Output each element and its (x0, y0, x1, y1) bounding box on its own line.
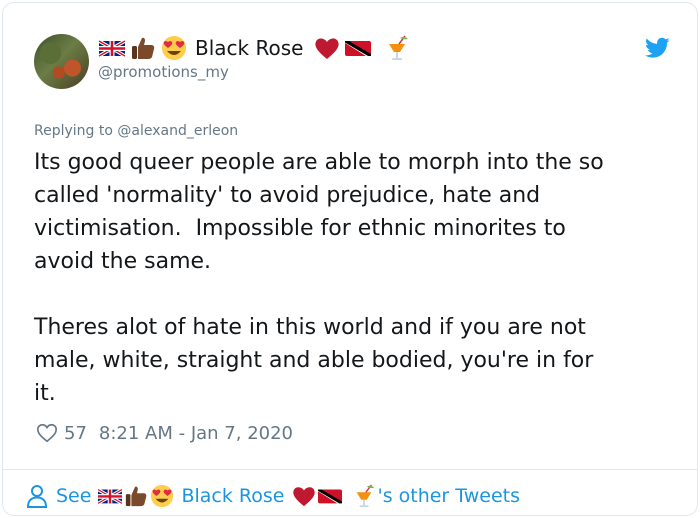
tweet-card: Black Rose @promotions_my Replying to @a… (2, 2, 698, 516)
replying-to[interactable]: Replying to @alexand_erleon (34, 123, 238, 139)
like-heart-icon[interactable] (36, 422, 58, 444)
tropical-drink-icon (351, 484, 377, 508)
twitter-bird-icon[interactable] (645, 37, 670, 59)
divider (3, 469, 697, 470)
author-display-name[interactable]: Black Rose (195, 36, 303, 60)
heart-eyes-icon (149, 484, 175, 508)
uk-flag-icon (97, 484, 124, 508)
tweet-text: Its good queer people are able to morph … (34, 150, 604, 406)
footer-display-name: Black Rose (181, 485, 285, 507)
red-heart-icon (291, 484, 317, 508)
see-other-tweets-link[interactable]: See Black Rose 's other Tweets (26, 481, 520, 511)
like-count[interactable]: 57 (64, 423, 87, 444)
person-icon (26, 485, 48, 508)
thumbs-up-icon (123, 484, 149, 508)
tweet-meta: 57 8:21 AM - Jan 7, 2020 (36, 420, 293, 446)
heart-eyes-icon (160, 35, 188, 61)
author-name-row[interactable]: Black Rose (98, 34, 411, 62)
trinidad-flag-icon (317, 484, 343, 508)
other-tweets-label: 's other Tweets (377, 485, 521, 507)
tweet-timestamp[interactable]: 8:21 AM - Jan 7, 2020 (99, 423, 293, 444)
uk-flag-icon (98, 35, 126, 61)
tropical-drink-icon (383, 35, 411, 61)
see-label: See (56, 485, 92, 507)
avatar[interactable] (34, 34, 89, 89)
trinidad-flag-icon (344, 35, 372, 61)
red-heart-icon (313, 35, 341, 61)
author-handle[interactable]: @promotions_my (98, 63, 229, 81)
thumbs-up-icon (129, 35, 157, 61)
